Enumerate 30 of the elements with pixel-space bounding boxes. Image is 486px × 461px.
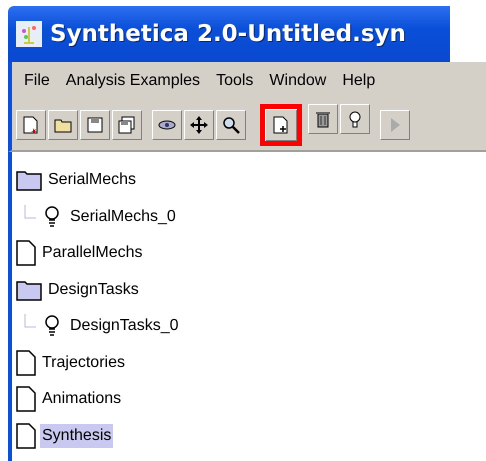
tree-item[interactable]: SerialMechs: [46, 168, 138, 192]
tree-item[interactable]: DesignTasks: [46, 278, 141, 302]
light-bulb-icon: [44, 315, 60, 338]
document-icon: [16, 422, 36, 449]
floppy-disks-icon: [117, 115, 137, 135]
tree-connector: [24, 204, 36, 218]
document-icon: [16, 386, 36, 412]
light-bulb-icon: [44, 206, 60, 228]
menu-item[interactable]: Window: [261, 70, 334, 92]
folder-icon: [16, 278, 42, 301]
menu-item[interactable]: Tools: [208, 70, 262, 92]
trash-icon: [313, 109, 333, 129]
menu-item[interactable]: Analysis Examples: [58, 70, 208, 92]
document-icon: [16, 240, 36, 266]
toolbar-button[interactable]: [260, 104, 302, 146]
tree-item[interactable]: Synthesis: [40, 424, 114, 448]
app-logo-icon: [16, 21, 42, 47]
menu-item[interactable]: Help: [334, 70, 384, 92]
move-arrows-icon: [189, 115, 209, 135]
tree-item[interactable]: Trajectories: [40, 350, 127, 375]
tree-item[interactable]: DesignTasks_0: [68, 314, 180, 338]
window-title: Synthetica 2.0-Untitled.syn: [50, 21, 406, 47]
folder-icon: [16, 169, 42, 192]
document-icon: [16, 350, 36, 376]
tree-item[interactable]: SerialMechs_0: [68, 204, 178, 229]
magnifier-icon: [221, 115, 241, 135]
menu-item[interactable]: File: [16, 70, 58, 92]
tree-item[interactable]: Animations: [40, 387, 124, 412]
tree-item[interactable]: ParallelMechs: [40, 241, 144, 266]
tree-connector: [24, 314, 36, 328]
